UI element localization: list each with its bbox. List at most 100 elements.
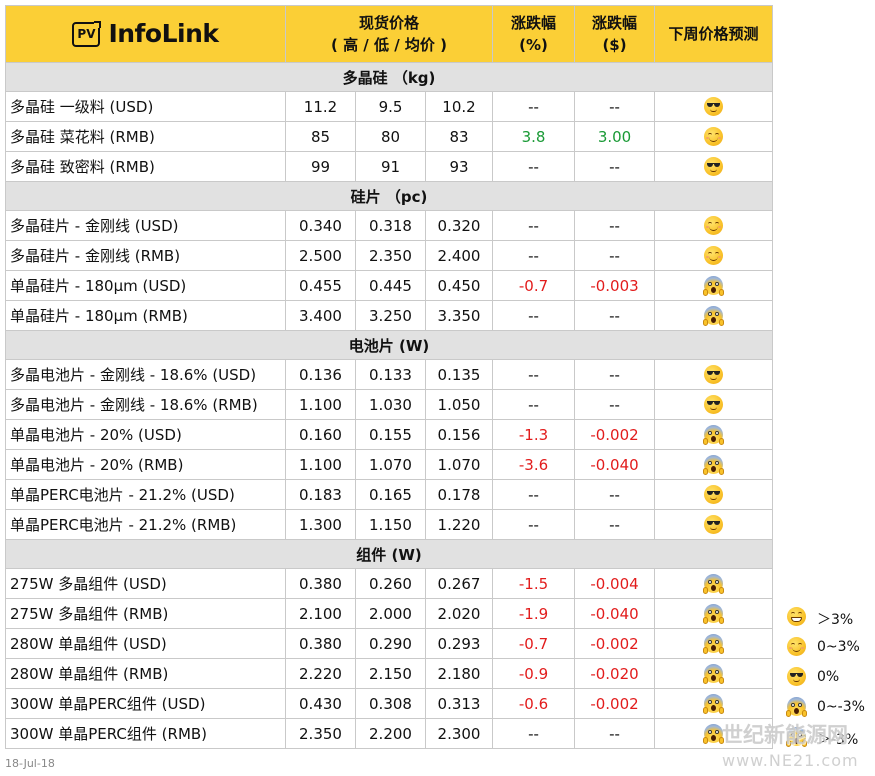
product-name-cell: 275W 多晶组件 (USD): [5, 568, 286, 599]
table-body: 多晶硅 （kg) 多晶硅 一级料 (USD) 11.2 9.5 10.2 -- -- 多晶硅 …: [4, 62, 774, 749]
pv-badge-icon: PV: [72, 21, 101, 47]
forecast-cell: [654, 568, 774, 599]
change-pct-cell: -3.6: [492, 449, 576, 480]
avg-price-cell: 2.300: [424, 718, 494, 749]
high-price-cell: 0.183: [285, 479, 356, 510]
table-row: 多晶电池片 - 金刚线 - 18.6% (USD) 0.136 0.133 0.135…: [5, 359, 774, 390]
scream-icon: [703, 604, 725, 624]
smile-icon: [704, 246, 724, 265]
change-abs-cell: 3.00: [574, 121, 656, 152]
high-price-cell: 0.430: [285, 688, 356, 719]
spot-price-header: 现货价格 ( 高 / 低 / 均价 ): [284, 5, 494, 63]
scream-icon: [703, 664, 725, 684]
table-row: 单晶PERC电池片 - 21.2% (RMB) 1.300 1.150 1.220 --…: [5, 509, 774, 540]
forecast-cell: [654, 479, 774, 510]
avg-price-cell: 10.2: [424, 91, 494, 122]
avg-price-cell: 1.050: [424, 389, 494, 420]
change-abs-cell: --: [574, 479, 656, 510]
product-name-cell: 单晶硅片 - 180μm (RMB): [5, 300, 286, 331]
avg-price-cell: 83: [424, 121, 494, 152]
watermark-title: 世纪新能源网: [722, 723, 848, 747]
product-name-cell: 多晶电池片 - 金刚线 - 18.6% (RMB): [5, 389, 286, 420]
product-name-cell: 单晶电池片 - 20% (RMB): [5, 449, 286, 480]
high-price-cell: 2.100: [285, 598, 356, 629]
table-row: 单晶电池片 - 20% (RMB) 1.100 1.070 1.070 -3.6 -0.0…: [5, 449, 774, 480]
low-price-cell: 3.250: [355, 300, 426, 331]
low-price-cell: 0.445: [355, 270, 426, 301]
product-name-cell: 多晶硅片 - 金刚线 (USD): [5, 210, 286, 241]
change-abs-cell: --: [574, 151, 656, 182]
change-pct-cell: --: [492, 151, 576, 182]
table-row: 单晶硅片 - 180μm (RMB) 3.400 3.250 3.350 -- --: [5, 300, 774, 331]
avg-price-cell: 2.180: [424, 658, 494, 689]
change-pct-header: 涨跌幅 (%): [492, 5, 576, 63]
low-price-cell: 91: [355, 151, 426, 182]
change-abs-cell: -0.040: [574, 449, 656, 480]
high-price-cell: 1.300: [285, 509, 356, 540]
grin-icon: [787, 607, 806, 626]
table-row: 280W 单晶组件 (USD) 0.380 0.290 0.293 -0.7 -0.002: [5, 628, 774, 659]
change-pct-cell: --: [492, 389, 576, 420]
scream-icon: [703, 724, 725, 744]
table-row: 280W 单晶组件 (RMB) 2.220 2.150 2.180 -0.9 -0.020: [5, 658, 774, 689]
high-price-cell: 2.500: [285, 240, 356, 271]
change-pct-cell: 3.8: [492, 121, 576, 152]
low-price-cell: 2.150: [355, 658, 426, 689]
forecast-cell: [654, 449, 774, 480]
forecast-cell: [654, 389, 774, 420]
smile-icon: [787, 637, 806, 656]
change-pct-cell: --: [492, 210, 576, 241]
change-abs-cell: --: [574, 300, 656, 331]
product-name-cell: 300W 单晶PERC组件 (USD): [5, 688, 286, 719]
change-abs-unit: ($): [602, 36, 627, 54]
forecast-cell: [654, 359, 774, 390]
change-pct-cell: -1.3: [492, 419, 576, 450]
legend-item: ＞3%: [779, 603, 875, 633]
scream-icon: [703, 306, 725, 326]
avg-price-cell: 93: [424, 151, 494, 182]
change-pct-cell: --: [492, 91, 576, 122]
forecast-cell: [654, 300, 774, 331]
price-table: PV InfoLink 现货价格 ( 高 / 低 / 均价 ) 涨跌幅 (%) …: [4, 5, 774, 749]
low-price-cell: 0.260: [355, 568, 426, 599]
low-price-cell: 1.070: [355, 449, 426, 480]
change-abs-cell: --: [574, 240, 656, 271]
low-price-cell: 80: [355, 121, 426, 152]
low-price-cell: 0.290: [355, 628, 426, 659]
product-name-cell: 280W 单晶组件 (USD): [5, 628, 286, 659]
change-pct-cell: -0.6: [492, 688, 576, 719]
product-name-cell: 单晶硅片 - 180μm (USD): [5, 270, 286, 301]
forecast-cell: [654, 598, 774, 629]
table-row: 多晶硅 一级料 (USD) 11.2 9.5 10.2 -- --: [5, 91, 774, 122]
change-abs-cell: --: [574, 210, 656, 241]
high-price-cell: 0.455: [285, 270, 356, 301]
smile-icon: [704, 216, 724, 235]
high-price-cell: 85: [285, 121, 356, 152]
product-name-cell: 单晶PERC电池片 - 21.2% (RMB): [5, 509, 286, 540]
logo-text: InfoLink: [108, 19, 219, 48]
product-name-cell: 单晶电池片 - 20% (USD): [5, 419, 286, 450]
low-price-cell: 2.350: [355, 240, 426, 271]
low-price-cell: 1.030: [355, 389, 426, 420]
legend-label: ＞3%: [817, 612, 854, 628]
forecast-cell: [654, 210, 774, 241]
change-pct-title: 涨跌幅: [511, 14, 557, 32]
table-row: 300W 单晶PERC组件 (RMB) 2.350 2.200 2.300 -- --: [5, 718, 774, 749]
table-row: 多晶硅片 - 金刚线 (RMB) 2.500 2.350 2.400 -- --: [5, 240, 774, 271]
change-abs-cell: --: [574, 509, 656, 540]
high-price-cell: 1.100: [285, 389, 356, 420]
product-name-cell: 300W 单晶PERC组件 (RMB): [5, 718, 286, 749]
scream-icon: [703, 694, 725, 714]
avg-price-cell: 3.350: [424, 300, 494, 331]
avg-price-cell: 0.320: [424, 210, 494, 241]
avg-price-cell: 0.156: [424, 419, 494, 450]
change-pct-unit: (%): [519, 36, 548, 54]
section-header-row: 组件 (W): [4, 539, 774, 569]
change-abs-cell: -0.040: [574, 598, 656, 629]
change-pct-cell: --: [492, 479, 576, 510]
spot-price-title: 现货价格: [359, 14, 420, 32]
product-name-cell: 多晶电池片 - 金刚线 - 18.6% (USD): [5, 359, 286, 390]
change-pct-cell: -1.9: [492, 598, 576, 629]
product-name-cell: 280W 单晶组件 (RMB): [5, 658, 286, 689]
forecast-cell: [654, 509, 774, 540]
